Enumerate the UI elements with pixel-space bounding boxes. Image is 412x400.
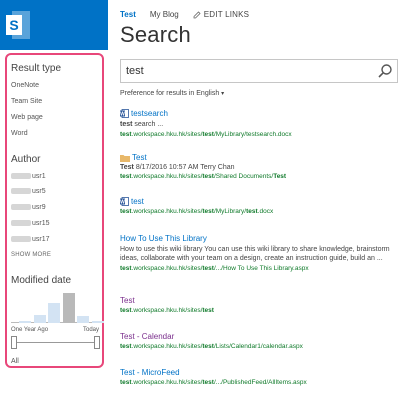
search-result: Test Test 8/17/2016 10:57 AM Terry Chan te… bbox=[120, 153, 400, 180]
refiner-item-web-page[interactable]: Web page bbox=[11, 114, 43, 121]
caret-down-icon: ▾ bbox=[221, 91, 225, 97]
result-url[interactable]: test.workspace.hku.hk/sites/test/MyLibra… bbox=[120, 208, 400, 215]
histogram-bar[interactable] bbox=[48, 303, 60, 323]
redacted-name bbox=[11, 204, 31, 210]
redacted-name bbox=[11, 188, 31, 194]
histogram-bar[interactable] bbox=[19, 321, 31, 323]
search-result: How To Use This Library How to use this w… bbox=[120, 234, 400, 272]
top-nav: Test My Blog EDIT LINKS bbox=[120, 10, 249, 19]
result-url[interactable]: test.workspace.hku.hk/sites/test bbox=[120, 307, 400, 314]
edit-links-label: EDIT LINKS bbox=[203, 10, 250, 19]
result-title: How To Use This Library bbox=[120, 234, 207, 243]
result-title: testsearch bbox=[131, 109, 168, 118]
refiner-heading-result-type: Result type bbox=[11, 63, 62, 74]
result-title: Test - Calendar bbox=[120, 332, 175, 341]
result-title-link[interactable]: Test bbox=[120, 296, 400, 305]
refiner-panel: Result type OneNote Team Site Web page W… bbox=[5, 53, 104, 368]
refiner-item-author[interactable]: usr5 bbox=[11, 188, 46, 195]
result-title: Test - MicroFeed bbox=[120, 368, 180, 377]
histogram-bar[interactable] bbox=[77, 316, 89, 323]
redacted-name bbox=[11, 173, 31, 179]
search-box bbox=[120, 59, 398, 83]
word-doc-icon: W bbox=[120, 109, 129, 118]
language-preference-dropdown[interactable]: Preference for results in English ▾ bbox=[120, 90, 224, 97]
nav-link-my-blog[interactable]: My Blog bbox=[150, 10, 179, 19]
search-result: Wtest test.workspace.hku.hk/sites/test/My… bbox=[120, 197, 400, 215]
search-result: Wtestsearch test search ... test.workspace… bbox=[120, 109, 400, 138]
date-slider-start-handle[interactable] bbox=[11, 336, 17, 349]
refiner-item-team-site[interactable]: Team Site bbox=[11, 98, 42, 105]
result-title-link[interactable]: Wtestsearch bbox=[120, 109, 400, 118]
redacted-name bbox=[11, 236, 31, 242]
result-title-link[interactable]: How To Use This Library bbox=[120, 234, 400, 243]
histogram-bar[interactable] bbox=[91, 321, 104, 323]
date-range-end-label: Today bbox=[83, 327, 100, 333]
modified-date-histogram[interactable] bbox=[11, 291, 104, 323]
date-slider-track[interactable] bbox=[13, 342, 97, 343]
date-range-selection: All bbox=[11, 358, 19, 365]
refiner-item-word[interactable]: Word bbox=[11, 130, 28, 137]
result-url[interactable]: test.workspace.hku.hk/sites/test/.../Pub… bbox=[120, 379, 400, 386]
refiner-item-author[interactable]: usr9 bbox=[11, 204, 46, 211]
search-input[interactable] bbox=[126, 62, 366, 80]
result-url[interactable]: test.workspace.hku.hk/sites/test/.../How… bbox=[120, 265, 400, 272]
pencil-icon bbox=[193, 10, 201, 18]
refiner-item-author[interactable]: usr1 bbox=[11, 173, 46, 180]
search-icon[interactable] bbox=[377, 63, 393, 79]
histogram-bar[interactable] bbox=[33, 315, 46, 323]
refiner-item-author[interactable]: usr15 bbox=[11, 220, 50, 227]
result-title: Test bbox=[132, 153, 147, 162]
refiner-item-onenote[interactable]: OneNote bbox=[11, 82, 39, 89]
search-result: Test - MicroFeed test.workspace.hku.hk/si… bbox=[120, 368, 400, 386]
sharepoint-logo[interactable]: S bbox=[0, 0, 108, 50]
sharepoint-logo-icon: S bbox=[6, 11, 30, 39]
redacted-name bbox=[11, 220, 31, 226]
date-range-start-label: One Year Ago bbox=[11, 327, 49, 333]
result-title: test bbox=[131, 197, 144, 206]
search-result: Test - Calendar test.workspace.hku.hk/sit… bbox=[120, 332, 400, 350]
svg-text:W: W bbox=[120, 111, 125, 117]
word-doc-icon: W bbox=[120, 197, 129, 206]
result-description: How to use this wiki library You can use… bbox=[120, 246, 390, 262]
result-meta: Test 8/17/2016 10:57 AM Terry Chan bbox=[120, 164, 235, 171]
result-description: test search ... bbox=[120, 121, 164, 128]
edit-links-button[interactable]: EDIT LINKS bbox=[193, 10, 249, 19]
result-title-link[interactable]: Test - Calendar bbox=[120, 332, 400, 341]
folder-icon bbox=[120, 154, 130, 162]
refiner-heading-modified-date: Modified date bbox=[11, 275, 72, 286]
svg-text:W: W bbox=[120, 199, 125, 205]
result-title-link[interactable]: Test bbox=[120, 153, 400, 162]
page-title: Search bbox=[120, 22, 191, 47]
date-slider-end-handle[interactable] bbox=[94, 336, 100, 349]
nav-link-test[interactable]: Test bbox=[120, 10, 136, 19]
result-url[interactable]: test.workspace.hku.hk/sites/test/Lists/C… bbox=[120, 343, 400, 350]
refiner-item-author[interactable]: usr17 bbox=[11, 236, 50, 243]
show-more-link[interactable]: SHOW MORE bbox=[11, 252, 51, 258]
result-url[interactable]: test.workspace.hku.hk/sites/test/MyLibra… bbox=[120, 131, 400, 138]
language-preference-label: Preference for results in English bbox=[120, 90, 220, 97]
result-url[interactable]: test.workspace.hku.hk/sites/test/Shared … bbox=[120, 173, 400, 180]
result-title: Test bbox=[120, 296, 135, 305]
histogram-bar[interactable] bbox=[62, 293, 75, 323]
search-result: Test test.workspace.hku.hk/sites/test bbox=[120, 296, 400, 314]
result-title-link[interactable]: Test - MicroFeed bbox=[120, 368, 400, 377]
result-title-link[interactable]: Wtest bbox=[120, 197, 400, 206]
svg-text:S: S bbox=[9, 17, 18, 33]
refiner-heading-author: Author bbox=[11, 154, 41, 165]
